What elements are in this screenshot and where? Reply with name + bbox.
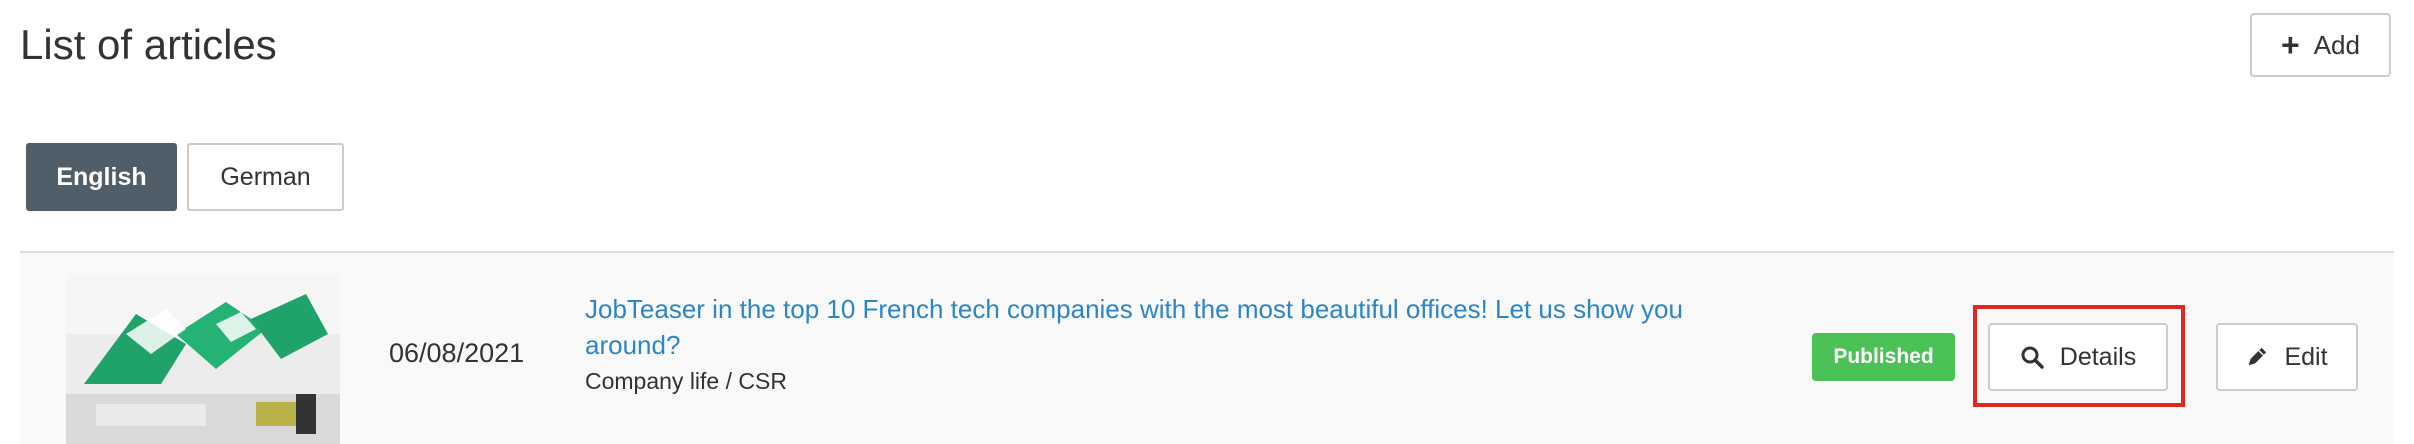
add-article-button[interactable]: + Add	[2250, 13, 2391, 77]
details-button[interactable]: Details	[1988, 323, 2168, 391]
tab-german[interactable]: German	[187, 143, 344, 211]
article-category: Company life / CSR	[585, 368, 787, 394]
edit-button[interactable]: Edit	[2216, 323, 2358, 391]
pencil-icon	[2246, 346, 2268, 368]
article-title-link[interactable]: JobTeaser in the top 10 French tech comp…	[585, 291, 1765, 363]
details-button-label: Details	[2059, 342, 2137, 371]
edit-button-label: Edit	[2284, 342, 2328, 371]
article-thumbnail	[66, 274, 340, 444]
article-date: 06/08/2021	[389, 338, 525, 368]
add-button-label: Add	[2313, 29, 2360, 60]
tab-english[interactable]: English	[26, 143, 177, 211]
plus-icon: +	[2281, 27, 2300, 63]
table-row: 06/08/2021 JobTeaser in the top 10 Frenc…	[20, 253, 2394, 444]
search-icon	[2020, 345, 2044, 369]
language-tabs: English German	[26, 143, 344, 211]
status-badge: Published	[1812, 333, 1955, 381]
page-title: List of articles	[20, 21, 277, 68]
